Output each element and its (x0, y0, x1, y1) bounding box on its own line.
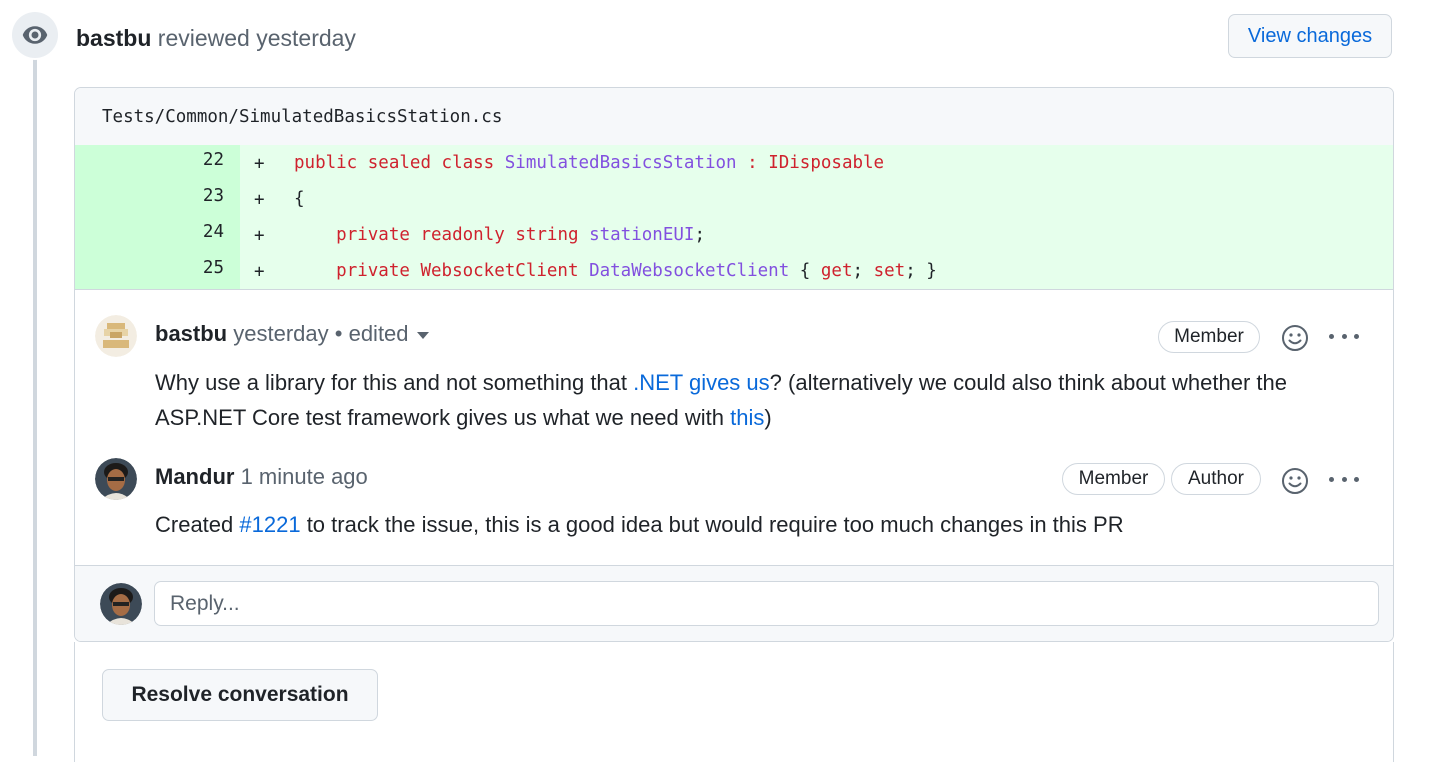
code-token: ; (694, 225, 705, 245)
code-token: private (336, 261, 410, 281)
code-token: public (294, 153, 358, 173)
this-link[interactable]: this (730, 405, 764, 430)
comment-text: to track the issue, this is a good idea … (300, 512, 1124, 537)
review-thread: Tests/Common/SimulatedBasicsStation.cs 2… (74, 87, 1394, 642)
comment-text: Why use a library for this and not somet… (155, 370, 634, 395)
comment-header: Mandur 1 minute ago (155, 462, 368, 492)
diff-line: 25 + private WebsocketClient DataWebsock… (75, 253, 1393, 289)
eye-icon (12, 12, 58, 58)
code-line: { (293, 181, 1393, 217)
review-action: reviewed yesterday (157, 25, 356, 51)
code-token: ; (905, 261, 916, 281)
diff-sign: + (254, 154, 265, 174)
diff-line: 23 + { (75, 181, 1393, 217)
code-line: private readonly string stationEUI; (293, 217, 1393, 253)
review-header: bastbu reviewed yesterday (76, 22, 356, 54)
reply-input[interactable]: Reply... (154, 581, 1379, 626)
code-token: readonly (420, 225, 505, 245)
code-token: sealed (367, 153, 431, 173)
line-number[interactable]: 22 (75, 145, 240, 181)
view-changes-button[interactable]: View changes (1228, 14, 1392, 58)
smiley-icon[interactable] (1281, 467, 1309, 495)
smiley-icon[interactable] (1281, 324, 1309, 352)
code-token: { (294, 189, 305, 209)
code-line: public sealed class SimulatedBasicsStati… (293, 145, 1393, 181)
code-token: stationEUI (589, 225, 695, 245)
avatar[interactable] (95, 458, 137, 500)
diff-sign: + (254, 262, 265, 282)
comment-time[interactable]: 1 minute ago (241, 464, 368, 489)
comment-text: Created (155, 512, 240, 537)
comment-author[interactable]: bastbu (155, 321, 227, 346)
resolve-conversation-button[interactable]: Resolve conversation (102, 669, 378, 721)
review-author[interactable]: bastbu (76, 25, 151, 51)
code-token: ; (852, 261, 864, 281)
avatar[interactable] (95, 315, 137, 357)
comment-author[interactable]: Mandur (155, 464, 234, 489)
member-badge: Member (1062, 463, 1165, 495)
comment-time[interactable]: yesterday (233, 321, 328, 346)
comment-list: bastbu yesterday • edited Member Why use… (75, 289, 1393, 566)
code-token: } (926, 261, 937, 281)
code-token: WebsocketClient (420, 261, 579, 281)
code-token: class (441, 153, 495, 173)
diff-table: 22 + public sealed class SimulatedBasics… (75, 145, 1393, 289)
code-token: private (336, 225, 410, 245)
comment-body: Why use a library for this and not somet… (155, 365, 1353, 435)
code-line: private WebsocketClient DataWebsocketCli… (293, 253, 1393, 289)
code-token: : (747, 153, 758, 173)
timeline-line (33, 56, 37, 756)
reply-bar: Reply... (75, 565, 1393, 641)
diff-line: 22 + public sealed class SimulatedBasics… (75, 145, 1393, 181)
comment-text: ) (764, 405, 772, 430)
diff-sign: + (254, 190, 265, 210)
comment-header: bastbu yesterday • edited (155, 319, 429, 349)
diff-sign: + (254, 226, 265, 246)
author-badge: Author (1171, 463, 1261, 495)
member-badge: Member (1158, 321, 1260, 353)
code-token: IDisposable (768, 153, 885, 173)
chevron-down-icon[interactable] (416, 331, 429, 339)
code-token: set (873, 261, 906, 281)
comment-body: Created #1221 to track the issue, this i… (155, 507, 1353, 542)
more-options-icon[interactable] (1329, 477, 1359, 485)
code-token: get (820, 261, 853, 281)
issue-link[interactable]: #1221 (239, 512, 300, 537)
file-path[interactable]: Tests/Common/SimulatedBasicsStation.cs (75, 88, 1393, 145)
code-token: DataWebsocketClient (589, 261, 790, 281)
diff-line: 24 + private readonly string stationEUI; (75, 217, 1393, 253)
avatar (100, 583, 142, 625)
dotnet-link[interactable]: .NET gives us (633, 370, 770, 395)
code-token: string (515, 225, 579, 245)
line-number[interactable]: 25 (75, 253, 240, 289)
line-number[interactable]: 24 (75, 217, 240, 253)
edited-label[interactable]: • edited (335, 321, 409, 346)
more-options-icon[interactable] (1329, 334, 1359, 342)
code-token: SimulatedBasicsStation (504, 153, 737, 173)
code-token: { (799, 261, 811, 281)
line-number[interactable]: 23 (75, 181, 240, 217)
